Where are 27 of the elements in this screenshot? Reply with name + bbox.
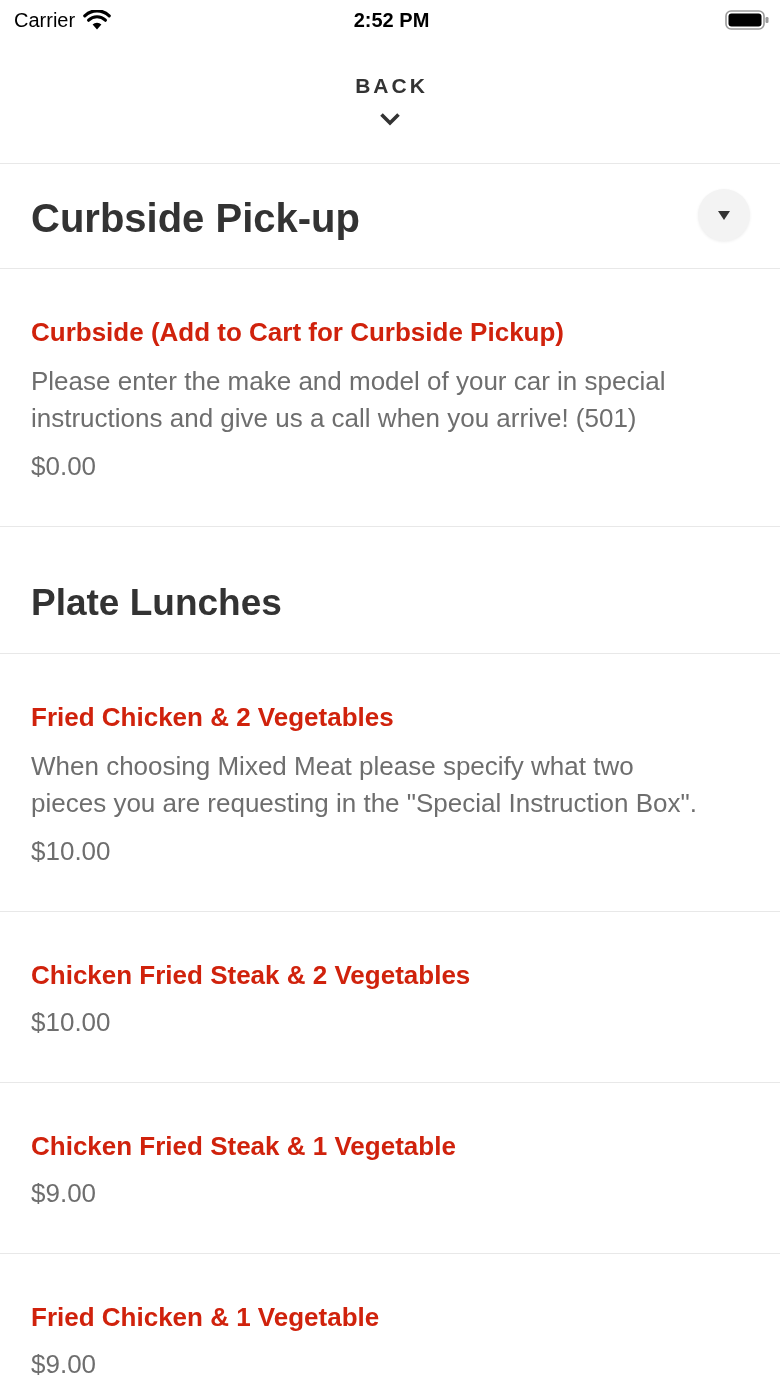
item-description: Please enter the make and model of your car in special instructions and give us a call when you arrive! (501)	[31, 365, 667, 435]
menu-item[interactable]: Chicken Fried Steak & 1 Vegetable $9.00	[0, 1083, 780, 1254]
item-price: $9.00	[31, 1177, 98, 1210]
item-price: $10.00	[31, 835, 112, 868]
item-title: Fried Chicken & 1 Vegetable	[31, 1301, 381, 1334]
dropdown-button[interactable]	[698, 189, 750, 241]
menu-item[interactable]: Fried Chicken & 1 Vegetable $9.00	[0, 1254, 780, 1381]
caret-down-icon	[718, 210, 730, 220]
back-button[interactable]: BACK	[352, 74, 428, 126]
carrier-label: Carrier	[14, 8, 76, 32]
section-title: Plate Lunches	[31, 581, 283, 625]
item-description: When choosing Mixed Meat please specify what two pieces you are requesting in the "Special Instruction Box".	[31, 750, 698, 820]
item-price: $0.00	[31, 450, 98, 483]
wifi-icon	[83, 10, 112, 30]
menu-item[interactable]: Chicken Fried Steak & 2 Vegetables $10.00	[0, 912, 780, 1083]
category-title: Curbside Pick-up	[31, 194, 360, 242]
item-title: Curbside (Add to Cart for Curbside Pickup)	[31, 316, 566, 349]
chevron-down-icon	[379, 112, 401, 126]
battery-icon	[725, 10, 769, 30]
item-price: $9.00	[31, 1348, 98, 1381]
time-label: 2:52 PM	[353, 8, 430, 32]
item-title: Chicken Fried Steak & 1 Vegetable	[31, 1130, 457, 1163]
item-price: $10.00	[31, 1006, 112, 1039]
item-title: Fried Chicken & 2 Vegetables	[31, 701, 395, 734]
menu-item[interactable]: Curbside (Add to Cart for Curbside Pickup) Please enter the make and model of your car in special instructions and give us a call when you arrive! (501) $0.00	[0, 269, 780, 527]
menu-item[interactable]: Fried Chicken & 2 Vegetables When choosing Mixed Meat please specify what two pieces you are requesting in the "Special Instruction Box". $10.00	[0, 654, 780, 912]
item-title: Chicken Fried Steak & 2 Vegetables	[31, 959, 472, 992]
